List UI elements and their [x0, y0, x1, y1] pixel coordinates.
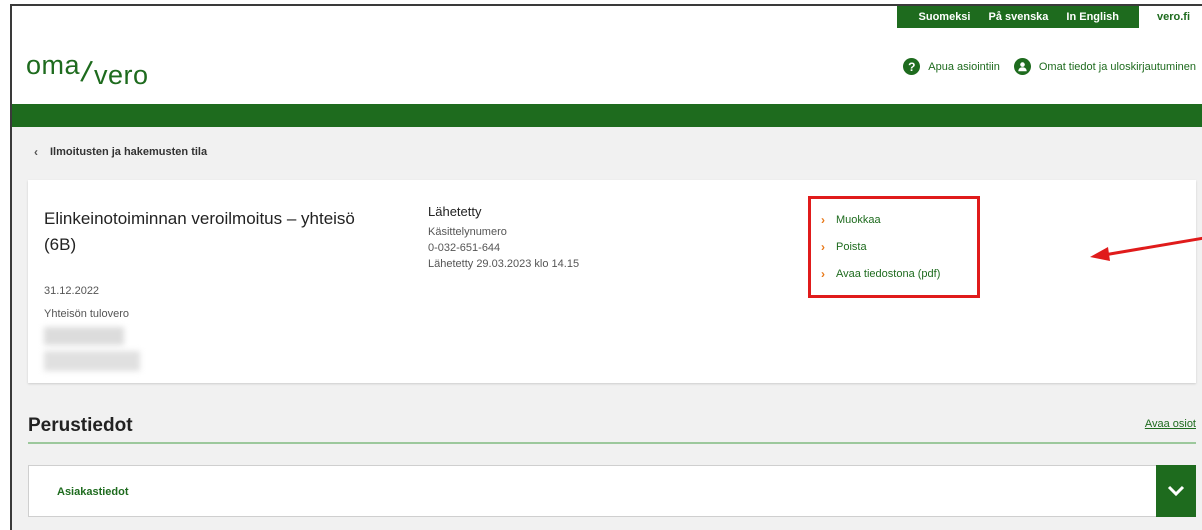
accordion-label: Asiakastiedot — [57, 486, 129, 498]
account-link-label: Omat tiedot ja uloskirjautuminen — [1038, 60, 1196, 73]
filing-tax-type: Yhteisön tulovero — [44, 308, 129, 320]
filing-actions-highlight: › Muokkaa › Poista › Avaa tiedostona (pd… — [808, 196, 980, 298]
user-icon — [1013, 58, 1031, 75]
vero-fi-link[interactable]: vero.fi — [1138, 6, 1202, 28]
chevron-right-icon: › — [821, 212, 825, 227]
logo-slash: / — [78, 55, 95, 90]
redacted-field — [44, 351, 140, 371]
question-icon: ? — [903, 58, 921, 75]
annotation-arrow-icon — [1090, 236, 1202, 261]
section-title: Perustiedot — [28, 415, 133, 436]
expand-button[interactable] — [1156, 465, 1196, 517]
action-label: Avaa tiedostona (pdf) — [836, 267, 941, 280]
breadcrumb-label: Ilmoitusten ja hakemusten tila — [50, 146, 208, 158]
filing-status: Lähetetty Käsittelynumero 0-032-651-644 … — [428, 204, 579, 272]
action-label: Poista — [836, 240, 867, 253]
account-link[interactable]: Omat tiedot ja uloskirjautuminen — [1013, 58, 1196, 75]
filing-title: Elinkeinotoiminnan veroilmoitus – yhteis… — [44, 209, 355, 254]
sent-timestamp: Lähetetty 29.03.2023 klo 14.15 — [428, 258, 580, 270]
chevron-down-icon — [1167, 485, 1185, 497]
case-number: 0-032-651-644 — [428, 242, 501, 254]
chevron-left-icon: ‹ — [34, 145, 38, 159]
app-frame: Suomeksi På svenska In English vero.fi o… — [10, 4, 1202, 530]
lang-english[interactable]: In English — [1057, 6, 1139, 28]
help-link[interactable]: ? Apua asiointiin — [903, 58, 1000, 75]
header-links: ? Apua asiointiin Omat tiedot ja uloskir… — [903, 58, 1196, 75]
header-green-bar — [12, 104, 1202, 127]
status-label: Lähetetty — [428, 204, 482, 219]
open-pdf-action-link[interactable]: › Avaa tiedostona (pdf) — [821, 260, 977, 287]
accordion-customer-info[interactable]: Asiakastiedot — [28, 465, 1196, 517]
chevron-right-icon: › — [821, 239, 825, 254]
help-link-label: Apua asiointiin — [928, 60, 1000, 73]
filing-date: 31.12.2022 — [44, 285, 100, 297]
action-label: Muokkaa — [836, 213, 881, 226]
breadcrumb-back-link[interactable]: ‹ Ilmoitusten ja hakemusten tila — [34, 145, 207, 159]
open-sections-link[interactable]: Avaa osiot — [1145, 418, 1196, 430]
delete-action-link[interactable]: › Poista — [821, 233, 977, 260]
lang-finnish[interactable]: Suomeksi — [896, 6, 980, 28]
redacted-field — [44, 327, 124, 345]
logo-part-oma: oma — [26, 50, 81, 80]
edit-action-link[interactable]: › Muokkaa — [821, 206, 977, 233]
section-divider — [28, 442, 1196, 444]
language-bar: Suomeksi På svenska In English vero.fi — [896, 6, 1202, 28]
chevron-right-icon: › — [821, 266, 825, 281]
logo-part-vero: vero — [94, 60, 149, 90]
lang-swedish[interactable]: På svenska — [979, 6, 1058, 28]
filing-card: Elinkeinotoiminnan veroilmoitus – yhteis… — [28, 180, 1196, 383]
case-number-label: Käsittelynumero — [428, 226, 507, 238]
